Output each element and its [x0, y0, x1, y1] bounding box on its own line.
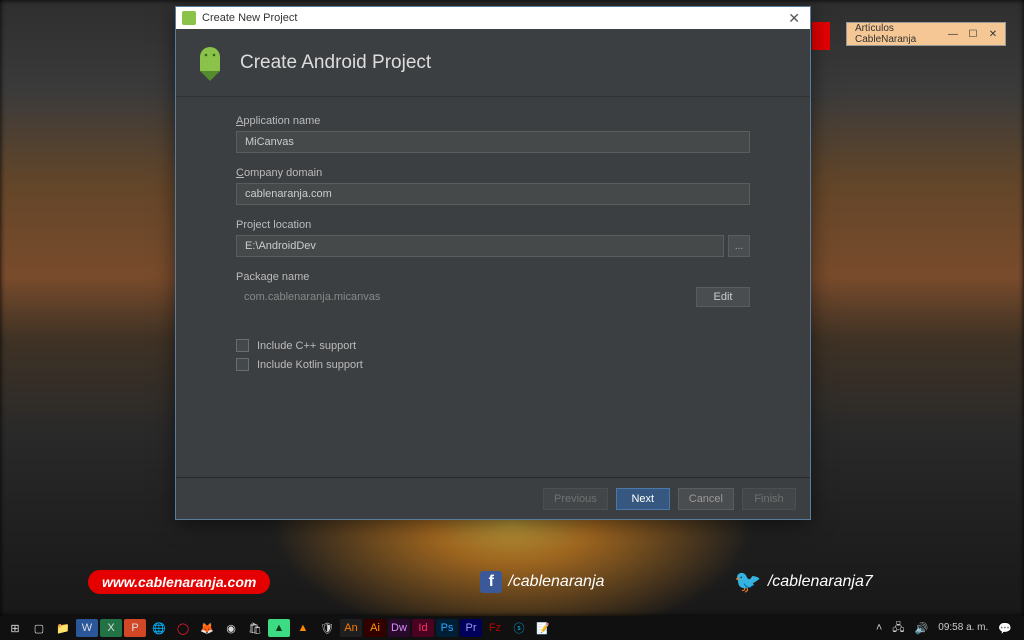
checkbox-cpp-support[interactable]: Include C++ support [236, 339, 750, 352]
application-name-input[interactable] [236, 131, 750, 153]
powerpoint-icon[interactable]: P [124, 619, 146, 637]
dialog-footer: Previous Next Cancel Finish [176, 477, 810, 519]
start-icon[interactable]: ⊞ [4, 619, 26, 637]
file-explorer-icon[interactable]: 📁 [52, 619, 74, 637]
adobe-an-icon[interactable]: An [340, 619, 362, 637]
cpp-support-label: Include C++ support [257, 340, 356, 352]
notes-icon[interactable]: 📝 [532, 619, 554, 637]
field-package-name: Package name com.cablenaranja.micanvas E… [236, 271, 750, 307]
vlc-icon[interactable]: ▲ [292, 619, 314, 637]
project-location-input[interactable] [236, 235, 724, 257]
adobe-pr-icon[interactable]: Pr [460, 619, 482, 637]
package-name-label: Package name [236, 271, 750, 283]
edit-button[interactable]: Edit [696, 287, 750, 307]
excel-icon[interactable]: X [100, 619, 122, 637]
dialog-header-title: Create Android Project [240, 52, 431, 74]
dialog-header: Create Android Project [176, 29, 810, 97]
task-view-icon[interactable]: ▢ [28, 619, 50, 637]
opera-icon[interactable]: ◯ [172, 619, 194, 637]
notifications-icon[interactable]: 💬 [998, 622, 1012, 635]
tray-chevron-icon[interactable]: ˄ [876, 622, 882, 634]
android-logo-icon [194, 45, 226, 81]
mini-window-maximize-icon[interactable]: ☐ [967, 29, 979, 40]
system-tray[interactable]: ˄ 🖧 🔊 09:58 a. m. 💬 [876, 619, 1020, 638]
dialog-form: Application name Company domain Project … [176, 97, 810, 477]
project-location-label: Project location [236, 219, 750, 231]
package-name-value: com.cablenaranja.micanvas [236, 291, 696, 303]
volume-icon[interactable]: 🔊 [915, 622, 929, 635]
android-studio-taskbar-icon[interactable]: ▲ [268, 619, 290, 637]
promo-url-pill: www.cablenaranja.com [88, 570, 270, 594]
company-domain-input[interactable] [236, 183, 750, 205]
checkbox-kotlin-support[interactable]: Include Kotlin support [236, 358, 750, 371]
promo-twitter: 🐦 /cablenaranja7 [734, 569, 872, 595]
mini-window-title: Artículos CableNaranja [855, 23, 947, 45]
background-red-tab [812, 22, 830, 50]
previous-button[interactable]: Previous [543, 488, 608, 510]
company-domain-label: Company domain [236, 167, 750, 179]
kotlin-support-label: Include Kotlin support [257, 359, 363, 371]
facebook-icon: f [480, 571, 502, 593]
finish-button[interactable]: Finish [742, 488, 796, 510]
field-application-name: Application name [236, 115, 750, 153]
skype-icon[interactable]: ⓢ [508, 619, 530, 637]
field-company-domain: Company domain [236, 167, 750, 205]
dialog-window-title: Create New Project [202, 12, 297, 24]
promo-facebook: f /cablenaranja [480, 571, 604, 593]
create-project-dialog: Create New Project ✕ Create Android Proj… [175, 6, 811, 520]
application-name-label: Application name [236, 115, 750, 127]
edge-icon[interactable]: 🌐 [148, 619, 170, 637]
mini-window-minimize-icon[interactable]: — [947, 29, 959, 40]
firefox-icon[interactable]: 🦊 [196, 619, 218, 637]
adobe-id-icon[interactable]: Id [412, 619, 434, 637]
adobe-ai-icon[interactable]: Ai [364, 619, 386, 637]
promo-bar: www.cablenaranja.com f /cablenaranja 🐦 /… [88, 564, 932, 600]
word-icon[interactable]: W [76, 619, 98, 637]
checkbox-icon[interactable] [236, 339, 249, 352]
filezilla-icon[interactable]: Fz [484, 619, 506, 637]
mini-window-close-icon[interactable]: ✕ [987, 29, 999, 40]
cancel-button[interactable]: Cancel [678, 488, 734, 510]
clock[interactable]: 09:58 a. m. [938, 623, 988, 633]
browse-button[interactable]: ... [728, 235, 750, 257]
adobe-ps-icon[interactable]: Ps [436, 619, 458, 637]
dialog-titlebar[interactable]: Create New Project ✕ [176, 7, 810, 29]
adobe-dw-icon[interactable]: Dw [388, 619, 410, 637]
close-icon[interactable]: ✕ [784, 10, 804, 27]
network-icon[interactable]: 🖧 [892, 619, 904, 638]
mini-window-cablenaranja[interactable]: Artículos CableNaranja — ☐ ✕ [846, 22, 1006, 46]
store-icon[interactable]: 🛍 [244, 619, 266, 637]
checkbox-icon[interactable] [236, 358, 249, 371]
taskbar[interactable]: ⊞ ▢ 📁 W X P 🌐 ◯ 🦊 ◉ 🛍 ▲ ▲ 🛡 An Ai Dw Id … [0, 616, 1024, 640]
android-studio-icon [182, 11, 196, 25]
windows-defender-icon[interactable]: 🛡 [316, 619, 338, 637]
twitter-icon: 🐦 [734, 569, 761, 595]
field-project-location: Project location ... [236, 219, 750, 257]
chrome-icon[interactable]: ◉ [220, 619, 242, 637]
next-button[interactable]: Next [616, 488, 670, 510]
